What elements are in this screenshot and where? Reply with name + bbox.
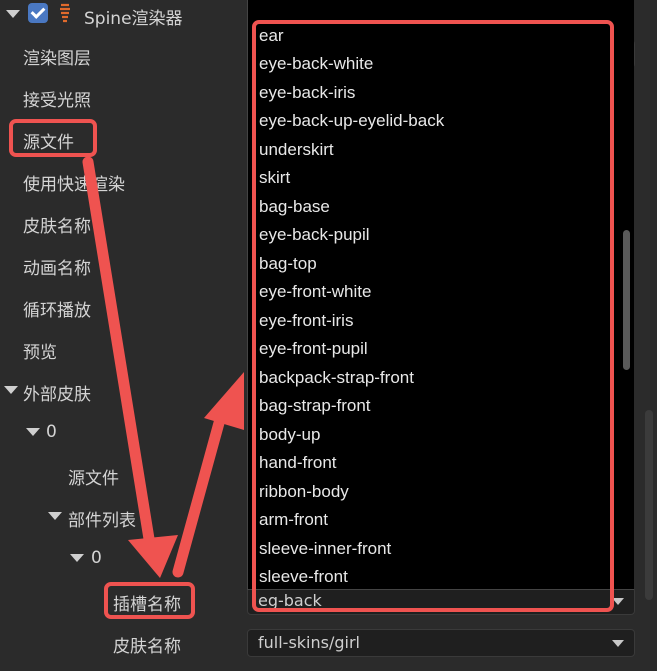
annotation-arrows — [82, 156, 244, 578]
arrow-head-down — [128, 535, 178, 578]
arrow-head-up — [204, 372, 244, 430]
